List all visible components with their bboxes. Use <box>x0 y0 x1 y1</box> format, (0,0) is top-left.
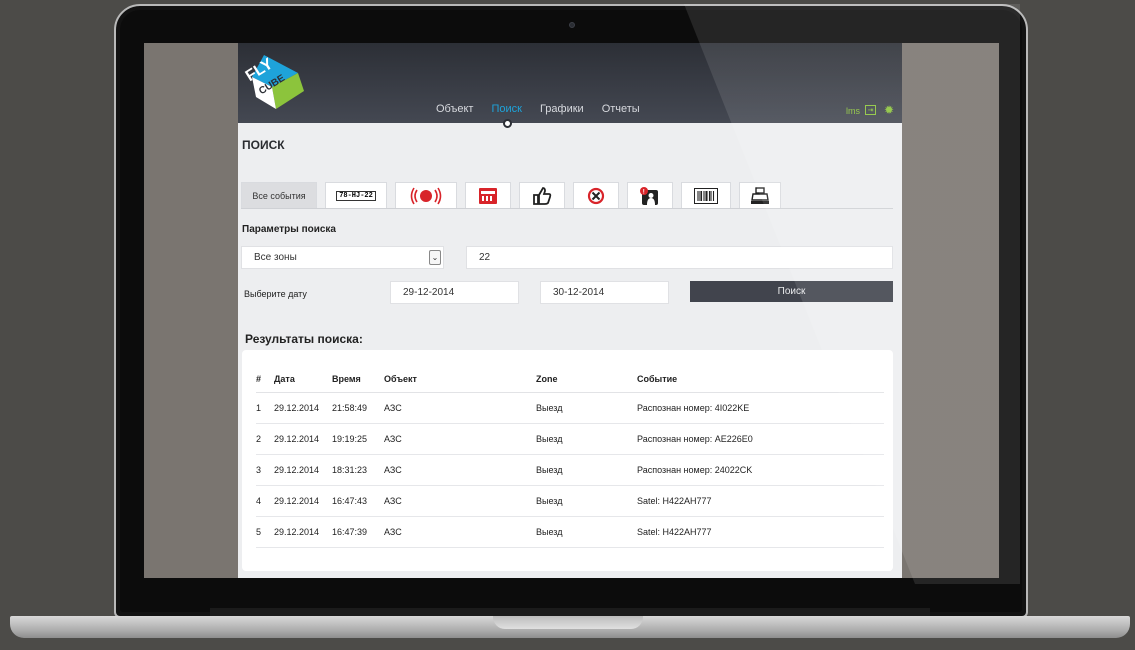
active-nav-indicator <box>503 119 512 128</box>
cell-date: 29.12.2014 <box>274 423 332 455</box>
nav-item-charts[interactable]: Графики <box>540 103 584 115</box>
cell-time: 16:47:39 <box>332 516 384 548</box>
cell-event: Satel: H422AH777 <box>637 485 884 517</box>
cell-zone: Выезд <box>536 392 637 424</box>
date-to-value: 30-12-2014 <box>553 287 605 298</box>
cell-time: 18:31:23 <box>332 454 384 486</box>
cell-date: 29.12.2014 <box>274 485 332 517</box>
cell-number: 3 <box>256 454 274 486</box>
col-header-date: Дата <box>274 366 332 393</box>
table-row[interactable]: 1 29.12.2014 21:58:49 АЗС Выезд Распозна… <box>256 392 884 424</box>
cell-event: Satel: H422AH777 <box>637 516 884 548</box>
cell-time: 19:19:25 <box>332 423 384 455</box>
laptop-notch <box>493 616 643 629</box>
results-title: Результаты поиска: <box>245 332 363 346</box>
results-table: # Дата Время Объект Zone Событие 1 29.12… <box>256 366 884 548</box>
search-button[interactable]: Поиск <box>690 281 893 302</box>
page-title: ПОИСК <box>242 138 285 152</box>
search-query-value: 22 <box>479 252 491 263</box>
top-navbar: FLY CUBE Объект Поиск Графики Отчеты lms… <box>238 43 902 123</box>
person-alert-icon: ! <box>640 186 658 205</box>
tab-all-events[interactable]: Все события <box>241 182 317 208</box>
license-plate-icon: 78-HJ-22 <box>336 190 376 201</box>
cell-date: 29.12.2014 <box>274 392 332 424</box>
tab-person-alert[interactable]: ! <box>627 182 673 208</box>
logout-icon[interactable]: ⇥ <box>865 105 876 115</box>
cell-object: АЗС <box>384 423 536 455</box>
zone-select-value: Все зоны <box>254 252 297 263</box>
table-row[interactable]: 3 29.12.2014 18:31:23 АЗС Выезд Распозна… <box>256 454 884 486</box>
tab-barcode[interactable] <box>681 182 731 208</box>
search-params-label: Параметры поиска <box>242 224 336 235</box>
tab-terminal[interactable] <box>465 182 511 208</box>
cell-event: Распознан номер: AE226E0 <box>637 423 884 455</box>
username: lms <box>846 106 860 116</box>
tab-license-plate[interactable]: 78-HJ-22 <box>325 182 387 208</box>
alarm-icon <box>410 187 442 204</box>
cell-number: 1 <box>256 392 274 424</box>
date-to-input[interactable]: 30-12-2014 <box>540 281 669 304</box>
table-row[interactable]: 4 29.12.2014 16:47:43 АЗС Выезд Satel: H… <box>256 485 884 517</box>
cell-number: 4 <box>256 485 274 517</box>
nav-item-reports[interactable]: Отчеты <box>602 103 640 115</box>
cell-object: АЗС <box>384 454 536 486</box>
col-header-number: # <box>256 366 274 393</box>
col-header-event: Событие <box>637 366 884 393</box>
cell-time: 16:47:43 <box>332 485 384 517</box>
cell-number: 2 <box>256 423 274 455</box>
results-panel: # Дата Время Объект Zone Событие 1 29.12… <box>242 350 893 571</box>
flycube-logo: FLY CUBE <box>243 55 304 109</box>
col-header-object: Объект <box>384 366 536 393</box>
tab-approve[interactable] <box>519 182 565 208</box>
app-window: FLY CUBE Объект Поиск Графики Отчеты lms… <box>238 43 902 578</box>
cell-zone: Выезд <box>536 454 637 486</box>
date-label: Выберите дату <box>244 289 307 299</box>
col-header-zone: Zone <box>536 366 637 393</box>
barcode-icon <box>694 187 718 204</box>
webcam <box>569 22 575 28</box>
cell-zone: Выезд <box>536 485 637 517</box>
cell-date: 29.12.2014 <box>274 454 332 486</box>
cell-zone: Выезд <box>536 423 637 455</box>
date-from-input[interactable]: 29-12-2014 <box>390 281 519 304</box>
gear-icon[interactable]: ✹ <box>884 103 894 117</box>
cell-number: 5 <box>256 516 274 548</box>
laptop-screen: FLY CUBE Объект Поиск Графики Отчеты lms… <box>144 43 999 578</box>
cell-object: АЗС <box>384 485 536 517</box>
cell-zone: Выезд <box>536 516 637 548</box>
svg-text:!: ! <box>643 189 645 195</box>
col-header-time: Время <box>332 366 384 393</box>
tab-cash-register[interactable] <box>739 182 781 208</box>
cell-time: 21:58:49 <box>332 392 384 424</box>
table-row[interactable]: 2 29.12.2014 19:19:25 АЗС Выезд Распозна… <box>256 423 884 455</box>
license-plate-text: 78-HJ-22 <box>339 191 373 200</box>
tab-forbidden[interactable] <box>573 182 619 208</box>
event-filter-tabs: Все события 78-HJ-22 ! <box>241 182 893 209</box>
cell-object: АЗС <box>384 516 536 548</box>
main-nav: Объект Поиск Графики Отчеты <box>436 103 640 115</box>
tab-alarm[interactable] <box>395 182 457 208</box>
thumb-icon <box>533 186 552 205</box>
cell-object: АЗС <box>384 392 536 424</box>
table-row[interactable]: 5 29.12.2014 16:47:39 АЗС Выезд Satel: H… <box>256 516 884 548</box>
nav-item-search[interactable]: Поиск <box>491 103 521 115</box>
zone-select[interactable]: Все зоны ⌄ <box>241 246 444 269</box>
cash-register-icon <box>751 186 769 204</box>
cell-event: Распознан номер: 24022CK <box>637 454 884 486</box>
table-header-row: # Дата Время Объект Zone Событие <box>256 366 884 393</box>
chevron-down-icon[interactable]: ⌄ <box>429 250 441 265</box>
cell-date: 29.12.2014 <box>274 516 332 548</box>
nav-item-object[interactable]: Объект <box>436 103 473 115</box>
date-from-value: 29-12-2014 <box>403 287 455 298</box>
search-query-input[interactable]: 22 <box>466 246 893 269</box>
forbidden-icon <box>587 187 605 204</box>
terminal-icon <box>479 187 497 204</box>
cell-event: Распознан номер: 4I022KE <box>637 392 884 424</box>
